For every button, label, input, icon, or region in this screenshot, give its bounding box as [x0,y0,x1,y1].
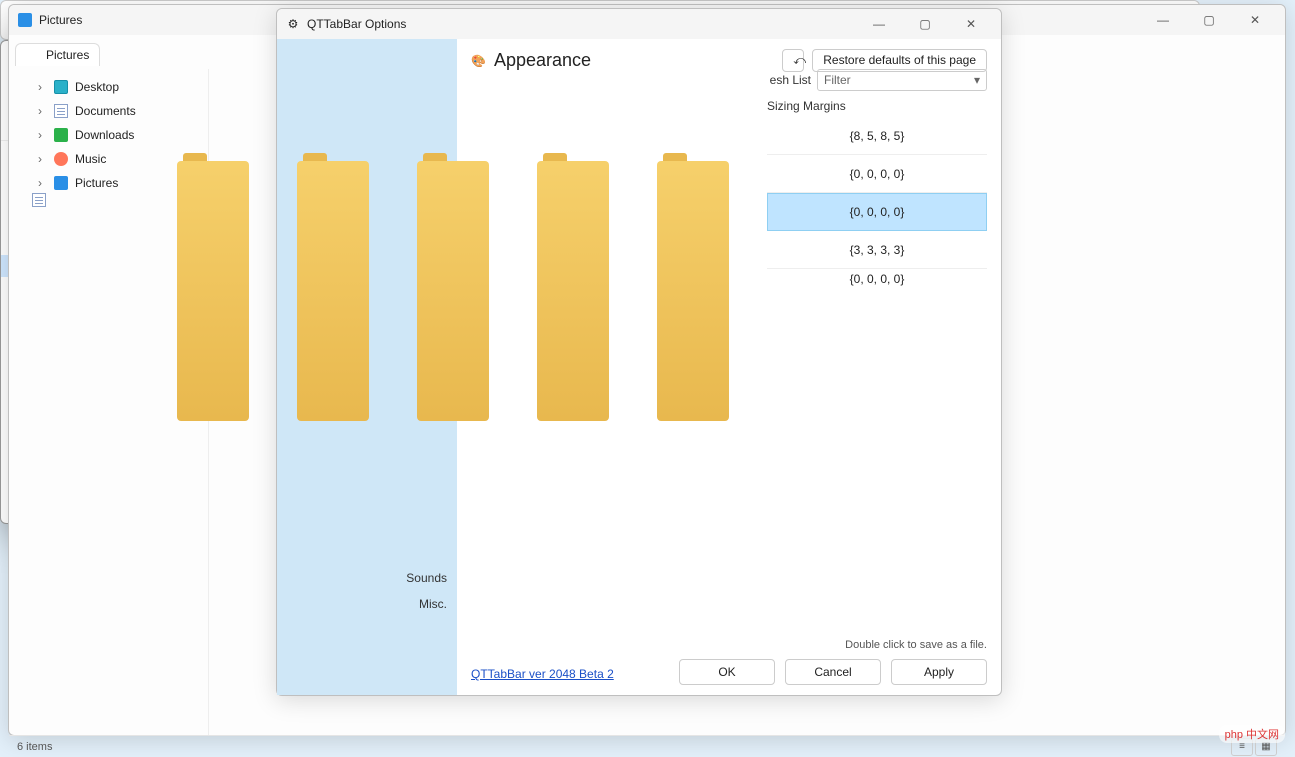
filter-combobox[interactable]: Filter [817,69,987,91]
margin-row[interactable]: {0, 0, 0, 0} [767,269,987,289]
gear-icon: ⚙ [285,16,301,32]
sidebar-item-misc[interactable]: Misc. [277,591,457,617]
ok-button[interactable]: OK [679,659,775,685]
folder-icon [297,153,369,209]
folder-item[interactable]: Saved Pictures [525,153,621,229]
folder-icon [417,153,489,209]
explorer-statusbar: 6 items ≡ ▦ [9,735,1285,757]
maximize-button[interactable]: ▢ [903,10,947,38]
sizing-margins-header: Sizing Margins [767,99,987,113]
watermark: php 中文网 [1219,725,1285,743]
minimize-button[interactable]: — [1141,6,1185,34]
options-titlebar: ⚙ QTTabBar Options — ▢ ✕ [277,9,1001,39]
explorer-tab[interactable]: Pictures [15,43,100,66]
pictures-icon [26,48,40,62]
folder-icon [657,153,729,209]
margin-row[interactable]: {3, 3, 3, 3} [767,231,987,269]
sizing-margins-list: Sizing Margins {8, 5, 8, 5} {0, 0, 0, 0}… [767,99,987,289]
cancel-button[interactable]: Cancel [785,659,881,685]
nav-item-documents[interactable]: ›Documents [9,99,208,123]
folder-item[interactable]: Video Projects [645,153,741,229]
nav-item-desktop[interactable]: ›Desktop [9,75,208,99]
close-button[interactable]: ✕ [949,10,993,38]
folder-icon [177,153,249,209]
margin-row[interactable]: {8, 5, 8, 5} [767,117,987,155]
options-title: QTTabBar Options [307,17,857,31]
refresh-list-label: esh List [770,73,811,87]
folder-item[interactable]: Apowersoft [165,153,261,229]
minimize-button[interactable]: — [857,10,901,38]
pictures-icon [17,12,33,28]
hint-text: Double click to save as a file. [845,639,987,651]
version-link[interactable]: QTTabBar ver 2048 Beta 2 [471,667,614,681]
margin-row-selected[interactable]: {0, 0, 0, 0} [767,193,987,231]
folder-item[interactable]: Camera Roll [405,153,501,229]
nav-item-downloads[interactable]: ›Downloads [9,123,208,147]
maximize-button[interactable]: ▢ [1187,6,1231,34]
close-button[interactable]: ✕ [1233,6,1277,34]
sidebar-item-sounds[interactable]: Sounds [277,565,457,591]
folder-item[interactable]: Big Cats [285,153,381,229]
options-window: ⚙ QTTabBar Options — ▢ ✕ Sounds Misc. 🎨 … [276,8,1002,696]
palette-icon: 🎨 [471,54,486,68]
margin-row[interactable]: {0, 0, 0, 0} [767,155,987,193]
folder-icon [537,153,609,209]
item-count: 6 items [17,741,52,753]
apply-button[interactable]: Apply [891,659,987,685]
page-heading: Appearance [494,50,591,71]
tab-label: Pictures [46,48,89,62]
